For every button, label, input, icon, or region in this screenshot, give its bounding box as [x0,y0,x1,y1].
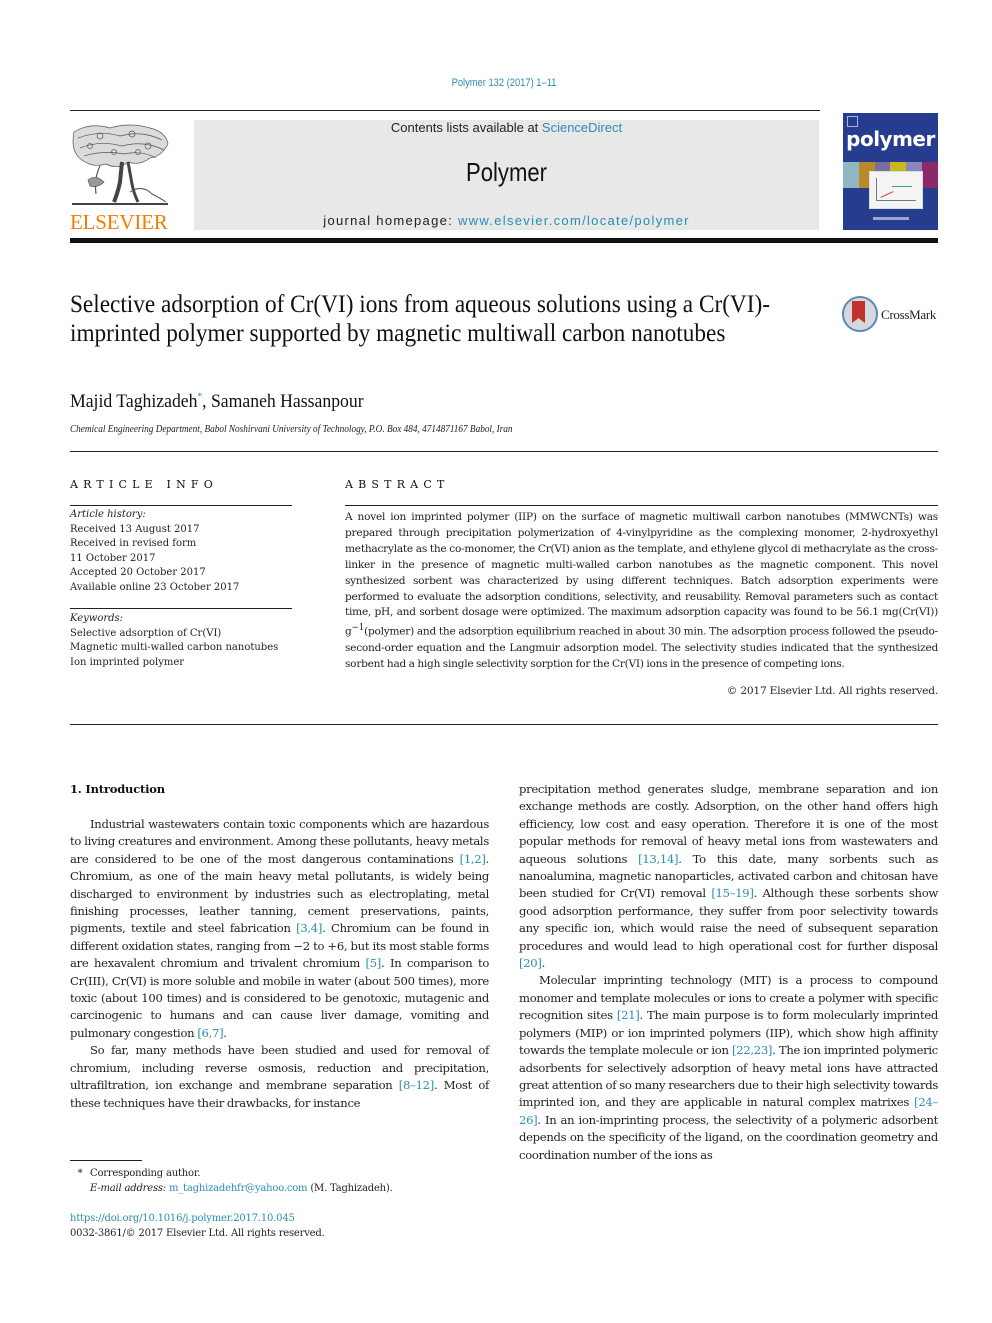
article-title: Selective adsorption of Cr(VI) ions from… [70,291,770,347]
keywords-label: Keywords: [70,613,124,624]
footnotes: * Corresponding author. E-mail address: m… [70,1166,500,1196]
citation-link[interactable]: [6,7] [197,1026,223,1040]
elsevier-badge-icon [847,116,858,127]
body-column-left: Industrial wastewaters contain toxic com… [70,816,489,1112]
history-item: Available online 23 October 2017 [70,581,240,593]
doi-block: https://doi.org/10.1016/j.polymer.2017.1… [70,1211,325,1241]
homepage-link[interactable]: www.elsevier.com/locate/polymer [458,213,690,228]
history-label: Article history: [70,509,146,520]
author-separator: , [202,391,211,412]
body-paragraph: Molecular imprinting technology (MIT) is… [519,973,939,1162]
cover-title: polymer [846,127,935,151]
keywords: Keywords: Selective adsorption of Cr(VI)… [70,612,300,670]
header-divider [70,110,820,111]
citation-link[interactable]: [24–26] [519,1095,938,1126]
article-history: Article history: Received 13 August 2017… [70,508,300,595]
citation-link[interactable]: [5] [365,956,381,970]
author-name[interactable]: Samaneh Hassanpour [211,391,364,412]
journal-cover-image[interactable]: polymer [843,113,938,230]
sciencedirect-link[interactable]: ScienceDirect [542,120,622,135]
article-info-divider [70,505,292,506]
journal-name: Polymer [465,157,548,187]
abstract-heading: ABSTRACT [345,478,450,491]
citation-link[interactable]: [13,14] [638,852,678,866]
history-item: Accepted 20 October 2017 [70,567,206,578]
body-column-right: precipitation method generates sludge, m… [519,781,938,1164]
footnote-divider [70,1160,142,1161]
doi-link[interactable]: https://doi.org/10.1016/j.polymer.2017.1… [70,1213,295,1224]
abstract-text-part: (polymer) and the adsorption equilibrium… [345,625,938,670]
homepage-prefix: journal homepage: [323,213,458,228]
citation-link[interactable]: [8–12] [399,1078,434,1092]
email-owner: (M. Taghizadeh). [307,1183,393,1194]
title-divider [70,451,938,452]
citation-link[interactable]: [1,2] [460,852,486,866]
cover-figure [869,171,923,209]
affiliation: Chemical Engineering Department, Babol N… [70,424,513,435]
crossmark-label: CrossMark [881,307,937,322]
keywords-divider [70,608,292,609]
body-paragraph: precipitation method generates sludge, m… [519,782,938,971]
issn-copyright: 0032-3861/© 2017 Elsevier Ltd. All right… [70,1228,325,1239]
contents-line: Contents lists available at ScienceDirec… [194,120,819,135]
publisher-name: ELSEVIER [70,210,168,234]
abstract-copyright: © 2017 Elsevier Ltd. All rights reserved… [726,685,938,697]
body-paragraph: Industrial wastewaters contain toxic com… [70,817,489,1040]
abstract-text: A novel ion imprinted polymer (IIP) on t… [345,510,938,673]
email-label: E-mail address: [90,1183,169,1194]
crossmark-button[interactable]: CrossMark [842,296,942,336]
elsevier-logo[interactable]: ELSEVIER [70,118,175,236]
masthead-divider [70,238,938,243]
homepage-line: journal homepage: www.elsevier.com/locat… [194,213,819,228]
history-item: Received in revised form [70,538,197,549]
citation-link[interactable]: [15–19] [711,886,754,900]
keyword-item: Selective adsorption of Cr(VI) [70,627,222,639]
abstract-divider [345,505,938,506]
keyword-item: Magnetic multi-walled carbon nanotubes [70,642,279,653]
citation-link[interactable]: [3,4] [296,921,322,935]
cover-footer [873,217,909,220]
elsevier-tree-icon [72,124,169,205]
keyword-item: Ion imprinted polymer [70,656,185,668]
author-name[interactable]: Majid Taghizadeh [70,391,197,412]
abstract-text-part: A novel ion imprinted polymer (IIP) on t… [345,511,938,638]
citation-link[interactable]: [22,23] [732,1043,772,1057]
article-info-heading: ARTICLE INFO [70,478,218,491]
section-heading-introduction: 1. Introduction [70,782,165,796]
citation-link[interactable]: [20] [519,956,542,970]
history-item: Received 13 August 2017 [70,523,200,535]
email-link[interactable]: m_taghizadehfr@yahoo.com [169,1183,308,1194]
footnote-star: * [77,1168,83,1179]
journal-banner: Contents lists available at ScienceDirec… [194,120,819,230]
history-item: 11 October 2017 [70,552,156,564]
contents-prefix: Contents lists available at [390,120,542,135]
abstract-bottom-divider [70,724,938,725]
citation-link[interactable]: [21] [617,1008,640,1022]
body-paragraph: So far, many methods have been studied a… [70,1043,489,1110]
author-list: Majid Taghizadeh*, Samaneh Hassanpour [70,391,364,413]
corresponding-note: Corresponding author. [90,1168,201,1179]
abstract-superscript: −1 [351,623,365,634]
journal-citation[interactable]: Polymer 132 (2017) 1–11 [76,77,933,89]
